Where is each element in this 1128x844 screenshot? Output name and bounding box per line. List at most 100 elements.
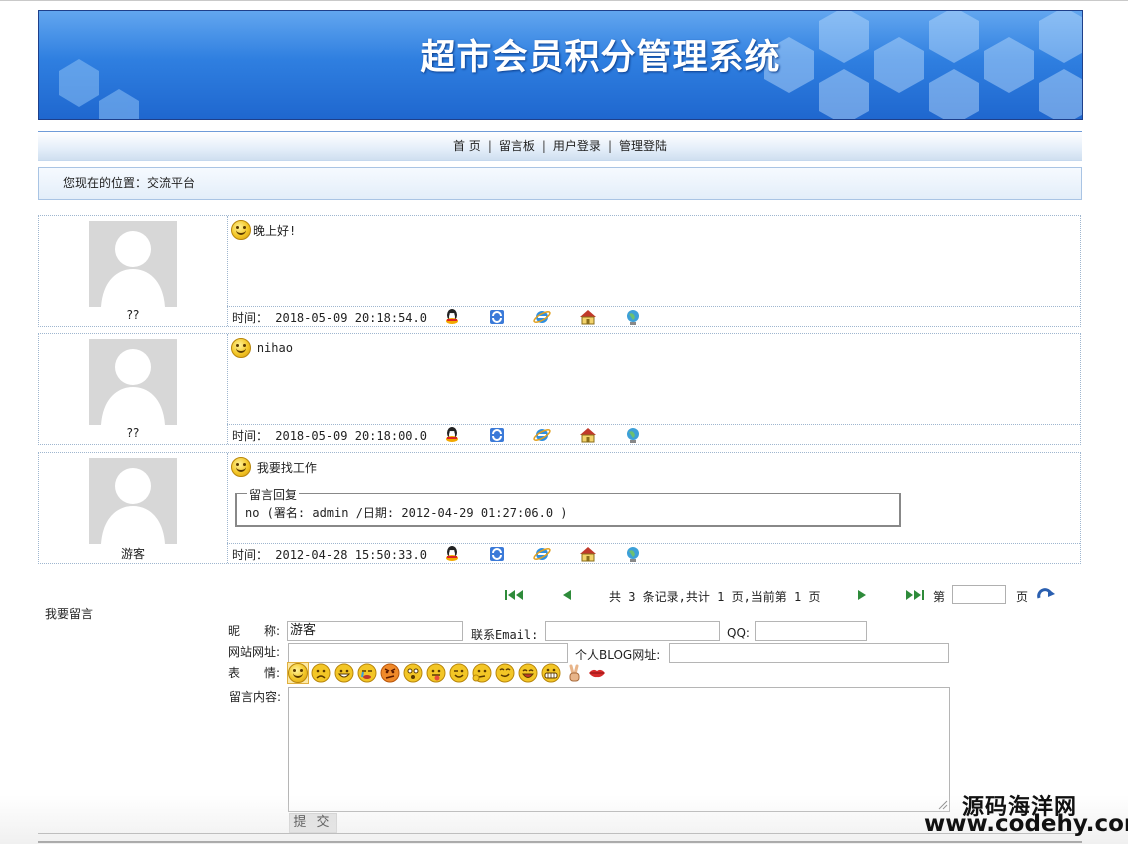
top-nav: 首 页 | 留言板 | 用户登录 | 管理登陆 [38,131,1082,161]
submit-button[interactable]: 提 交 [289,813,337,833]
ie-icon[interactable] [533,308,552,326]
home-icon[interactable] [579,308,597,326]
emoticon-think-icon[interactable] [472,663,492,683]
emoticon-teeth-icon[interactable] [541,663,561,683]
author-name: ?? [126,426,140,440]
message-content: 我要找工作 留言回复 no (署名: admin /日期: 2012-04-29… [231,457,1076,543]
emoticon-grin-icon[interactable] [334,663,354,683]
time-label: 时间： [232,429,269,443]
nav-separator: | [607,139,612,153]
goto-prefix: 第 [933,590,946,604]
qq-label: QQ: [727,626,750,640]
ie-icon[interactable] [533,426,552,444]
resize-handle-icon[interactable] [938,800,948,810]
message-time: 2012-04-28 15:50:33.0 [275,548,427,562]
pagination: 共 3 条记录,共计 1 页,当前第 1 页 第 页 [500,585,1080,607]
breadcrumb-prefix: 您现在的位置： [63,176,148,190]
website-label: 网站网址: [228,645,281,659]
smile-icon [231,220,251,240]
emoticon-wink-icon[interactable] [449,663,469,683]
globe-icon[interactable] [624,308,642,326]
qq-icon[interactable] [443,545,461,563]
message-time: 2018-05-09 20:18:00.0 [275,429,427,443]
home-icon[interactable] [579,426,597,444]
smile-icon [231,338,251,358]
reply-text: no (署名: admin /日期: 2012-04-29 01:27:06.0… [245,506,568,520]
time-label: 时间： [232,311,269,325]
emoticon-smirk-icon[interactable] [495,663,515,683]
emoticon-cry-icon[interactable] [357,663,377,683]
footer-divider-dark [38,841,1082,843]
ie-icon[interactable] [533,545,552,563]
sync-icon[interactable] [488,426,506,444]
sync-icon[interactable] [488,545,506,563]
nav-home[interactable]: 首 页 [453,139,481,153]
website-input[interactable] [288,643,568,663]
message-text: 晚上好! [253,223,297,238]
message-text: nihao [256,341,293,355]
nav-guestbook[interactable]: 留言板 [499,139,535,153]
message-meta: 时间： 2018-05-09 20:18:00.0 [227,424,1080,444]
emoticon-smile-icon[interactable] [287,662,309,684]
home-icon[interactable] [579,545,597,563]
prev-page-icon[interactable] [561,588,573,605]
go-page-icon[interactable] [1036,587,1056,604]
reply-box: 留言回复 no (署名: admin /日期: 2012-04-29 01:27… [235,486,901,527]
avatar [89,339,177,425]
message-author-panel: ?? [39,216,228,326]
goto-suffix: 页 [1016,590,1029,604]
page-number-input[interactable] [952,585,1006,604]
avatar [89,221,177,307]
site-title: 超市会员积分管理系统 [420,38,781,78]
emoticon-victory-icon[interactable] [564,663,584,683]
message-item: ?? nihao 时间： 2018-05-09 20:18:00.0 [38,333,1081,445]
message-text: 我要找工作 [256,460,317,475]
blog-label: 个人BLOG网址: [575,648,661,662]
content-label: 留言内容: [229,690,282,704]
sync-icon[interactable] [488,308,506,326]
site-banner: 超市会员积分管理系统 [38,10,1083,120]
emoticon-lips-icon[interactable] [587,663,607,683]
message-time: 2018-05-09 20:18:54.0 [275,311,427,325]
watermark-url: www.codehy.com [924,811,1128,837]
nav-user-login[interactable]: 用户登录 [553,139,601,153]
message-content: 晚上好! [231,220,1076,306]
message-content: nihao [231,338,1076,424]
reply-legend: 留言回复 [247,486,300,503]
form-title: 我要留言 [45,607,94,621]
emoticon-tongue-icon[interactable] [426,663,446,683]
qq-input[interactable] [755,621,867,641]
message-author-panel: 游客 [39,453,228,563]
last-page-icon[interactable] [903,588,925,605]
blog-input[interactable] [669,643,949,663]
nav-admin-login[interactable]: 管理登陆 [619,139,667,153]
message-meta: 时间： 2012-04-28 15:50:33.0 [227,543,1080,563]
email-label: 联系Email: [471,628,539,642]
message-meta: 时间： 2018-05-09 20:18:54.0 [227,306,1080,326]
globe-icon[interactable] [624,426,642,444]
nav-separator: | [487,139,492,153]
message-author-panel: ?? [39,334,228,444]
author-name: ?? [126,308,140,322]
breadcrumb: 您现在的位置：交流平台 [38,167,1082,200]
top-border [0,0,1128,1]
emoticon-sad-icon[interactable] [311,663,331,683]
email-input[interactable] [545,621,720,641]
emoticon-angry-icon[interactable] [380,663,400,683]
time-label: 时间： [232,548,269,562]
nav-separator: | [541,139,546,153]
emoticon-laugh-icon[interactable] [518,663,538,683]
emotion-label: 表 情: [228,666,281,680]
nickname-input[interactable]: 游客 [287,621,463,641]
globe-icon[interactable] [624,545,642,563]
qq-icon[interactable] [443,426,461,444]
breadcrumb-current: 交流平台 [147,176,196,190]
message-content-textarea[interactable] [288,687,950,812]
emoticon-picker [287,662,610,685]
first-page-icon[interactable] [504,588,526,605]
next-page-icon[interactable] [856,588,868,605]
avatar [89,458,177,544]
emoticon-surprised-icon[interactable] [403,663,423,683]
qq-icon[interactable] [443,308,461,326]
nickname-label: 昵 称: [228,624,281,638]
